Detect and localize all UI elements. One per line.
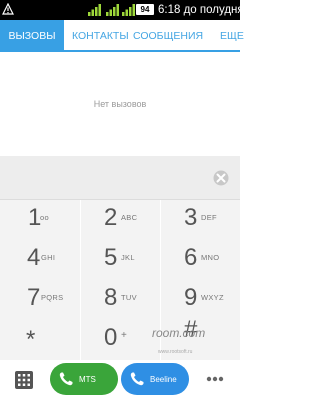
wifi-icon: [122, 4, 135, 16]
phone-icon: [59, 372, 73, 386]
key-7[interactable]: 7 PQRS: [0, 280, 80, 320]
key-letters: PQRS: [41, 293, 64, 302]
key-1[interactable]: 1 oo: [0, 200, 80, 240]
call-sim1-button[interactable]: MTS: [50, 363, 118, 395]
watermark: rooт.com: [152, 326, 206, 340]
key-letters: DEF: [201, 213, 217, 222]
tab-more[interactable]: ЕЩЕ: [220, 20, 244, 52]
key-letters: JKL: [121, 253, 135, 262]
key-5[interactable]: 5 JKL: [80, 240, 160, 280]
tab-contacts[interactable]: КОНТАКТЫ: [72, 20, 129, 52]
key-digit: 3: [184, 204, 198, 231]
key-letters: TUV: [121, 293, 137, 302]
key-letters: WXYZ: [201, 293, 224, 302]
watermark-url: www.rootsoft.ru: [158, 349, 193, 355]
sim1-label: MTS: [79, 374, 96, 384]
tab-calls[interactable]: ВЫЗОВЫ: [0, 20, 64, 52]
key-2[interactable]: 2 ABC: [80, 200, 160, 240]
bottom-bar: MTS Beeline: [0, 360, 240, 400]
sim2-label: Beeline: [150, 374, 177, 384]
key-8[interactable]: 8 TUV: [80, 280, 160, 320]
dialpad-icon[interactable]: [15, 371, 33, 389]
empty-state-text: Нет вызовов: [93, 99, 147, 109]
key-digit: *: [26, 326, 36, 353]
key-digit: 9: [184, 284, 198, 311]
key-9[interactable]: 9 WXYZ: [160, 280, 240, 320]
warning-icon: [2, 3, 14, 15]
key-digit: 4: [27, 244, 41, 271]
key-digit: 7: [27, 284, 41, 311]
key-0[interactable]: 0 +: [80, 320, 160, 360]
key-6[interactable]: 6 MNO: [160, 240, 240, 280]
key-digit: 2: [104, 204, 118, 231]
key-4[interactable]: 4 GHI: [0, 240, 80, 280]
empty-calls-message: Нет вызовов: [0, 52, 240, 156]
tab-bar: ВЫЗОВЫ КОНТАКТЫ СООБЩЕНИЯ ЕЩЕ: [0, 20, 244, 52]
key-digit: 6: [184, 244, 198, 271]
backspace-icon[interactable]: [210, 170, 232, 186]
key-digit: 5: [104, 244, 118, 271]
signal-1-icon: [88, 4, 101, 16]
key-digit: 8: [104, 284, 118, 311]
number-input[interactable]: [0, 156, 240, 200]
voicemail-label: oo: [40, 213, 49, 222]
key-letters: MNO: [201, 253, 220, 262]
battery-indicator: 94: [136, 4, 154, 15]
keypad-divider: [80, 200, 81, 360]
call-sim2-button[interactable]: Beeline: [121, 363, 189, 395]
key-letters: +: [121, 330, 128, 341]
status-bar: 94 6:18 до полудня: [0, 0, 244, 20]
phone-icon: [130, 372, 144, 386]
key-star[interactable]: *: [0, 320, 80, 360]
signal-2-icon: [106, 4, 119, 16]
key-letters: ABC: [121, 213, 138, 222]
more-options-icon[interactable]: [206, 376, 224, 382]
status-time: 6:18 до полудня: [158, 4, 244, 16]
key-letters: GHI: [41, 253, 56, 262]
key-digit: 0: [104, 324, 118, 351]
key-3[interactable]: 3 DEF: [160, 200, 240, 240]
tab-messages[interactable]: СООБЩЕНИЯ: [133, 20, 203, 52]
